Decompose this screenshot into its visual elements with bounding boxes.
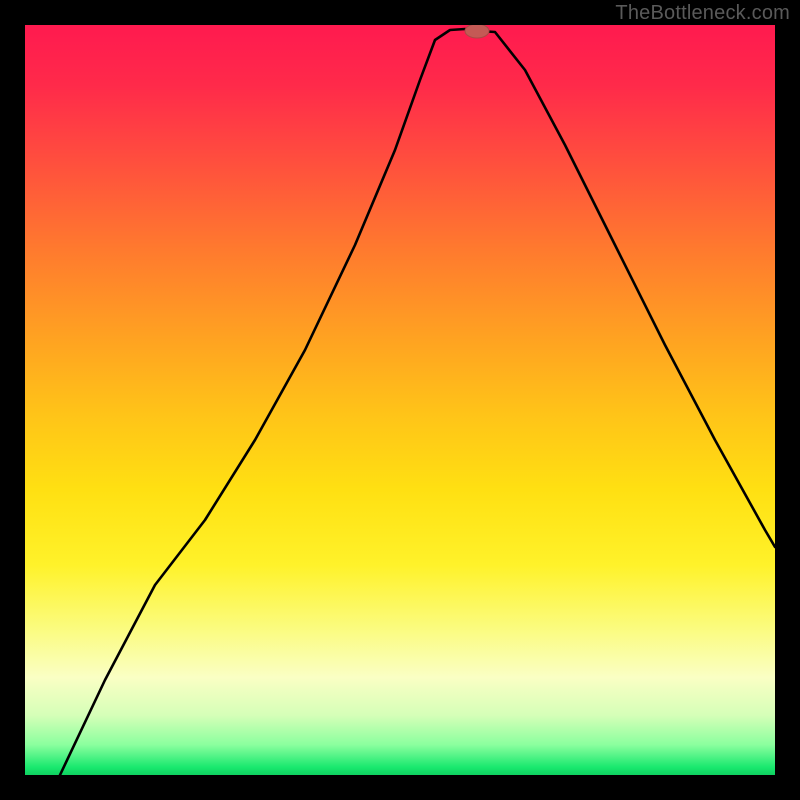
minimum-marker bbox=[465, 25, 489, 38]
chart-frame: TheBottleneck.com bbox=[0, 0, 800, 800]
watermark-text: TheBottleneck.com bbox=[615, 2, 790, 25]
bottleneck-curve bbox=[60, 29, 775, 775]
plot-area bbox=[25, 25, 775, 775]
curve-svg bbox=[25, 25, 775, 775]
